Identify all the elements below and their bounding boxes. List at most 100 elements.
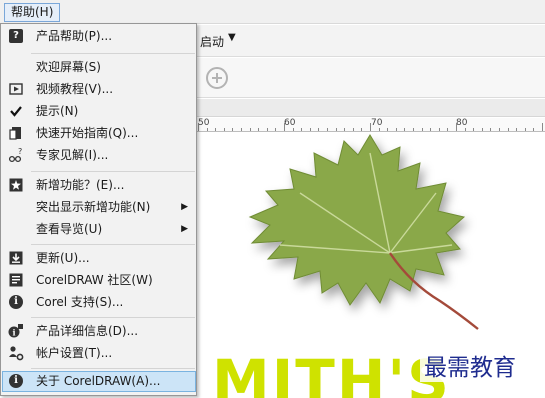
ruler-tick	[481, 128, 483, 131]
ruler-tick	[292, 128, 294, 131]
product-details-icon: i	[8, 323, 24, 339]
submenu-arrow-icon: ▶	[181, 224, 188, 234]
menu-item-label: Corel 支持(S)...	[36, 295, 124, 309]
horizontal-ruler: 50 60 70 80	[196, 118, 545, 132]
menu-item-welcome-screen[interactable]: 欢迎屏幕(S)	[2, 57, 196, 78]
menu-item-account-settings[interactable]: 帐户设置(T)...	[2, 343, 196, 364]
ruler-label: 80	[456, 118, 468, 128]
menu-item-corel-support[interactable]: i Corel 支持(S)...	[2, 292, 196, 313]
ruler-tick	[309, 128, 311, 131]
ruler-tick	[404, 128, 406, 131]
chevron-down-icon[interactable]: ▼	[228, 32, 236, 43]
ruler-tick	[266, 128, 268, 131]
ruler-tick	[352, 128, 354, 131]
ruler-tick	[447, 128, 449, 131]
ruler-label: 70	[371, 118, 383, 128]
add-circle-icon[interactable]	[206, 67, 228, 89]
ruler-tick	[464, 128, 466, 131]
menu-item-video-tutorials[interactable]: 视频教程(V)...	[2, 79, 196, 100]
ruler-tick	[499, 128, 500, 131]
menu-item-highlight-new-features[interactable]: 突出显示新增功能(N) ▶	[2, 197, 196, 218]
menu-separator	[31, 53, 195, 54]
ruler-tick	[370, 123, 371, 131]
menu-item-whats-new[interactable]: 新增功能？(E)...	[2, 175, 196, 196]
ruler-tick	[327, 128, 328, 131]
menu-item-product-details[interactable]: i 产品详细信息(D)...	[2, 321, 196, 342]
submenu-arrow-icon: ▶	[181, 202, 188, 212]
ruler-tick	[533, 128, 535, 131]
ruler-tick	[438, 128, 440, 131]
menu-item-label: 帐户设置(T)...	[36, 346, 113, 360]
ruler-tick	[335, 128, 337, 131]
menu-item-label: 突出显示新增功能(N)	[36, 200, 151, 214]
help-menu: ? 产品帮助(P)... 欢迎屏幕(S) 视频教程(V)... 提示(N) 快速…	[0, 23, 197, 396]
menu-item-coreldraw-community[interactable]: CorelDRAW 社区(W)	[2, 270, 196, 291]
menu-item-expert-insights[interactable]: ? 专家见解(I)...	[2, 145, 196, 166]
ruler-label: 50	[198, 118, 210, 128]
menu-item-view-tour[interactable]: 查看导览(U) ▶	[2, 219, 196, 240]
info-icon: i	[8, 294, 24, 310]
ruler-tick	[232, 128, 234, 131]
menu-separator	[31, 171, 195, 172]
menu-bar: 帮助(H)	[0, 0, 545, 24]
menu-item-label: 产品帮助(P)...	[36, 29, 113, 43]
help-book-icon: ?	[8, 28, 24, 44]
video-icon	[8, 81, 24, 97]
ruler-tick	[275, 128, 277, 131]
ruler-tick	[413, 128, 414, 131]
ruler-tick	[456, 123, 457, 131]
svg-text:?: ?	[18, 147, 22, 156]
ruler-tick	[490, 128, 492, 131]
ruler-tick	[206, 128, 208, 131]
menu-item-updates[interactable]: 更新(U)...	[2, 248, 196, 269]
menu-item-about-coreldraw[interactable]: i 关于 CorelDRAW(A)...	[2, 371, 196, 392]
ruler-tick	[215, 128, 217, 131]
ruler-tick	[387, 128, 389, 131]
ruler-tick	[516, 128, 518, 131]
menu-item-label: 更新(U)...	[36, 251, 90, 265]
ruler-tick	[430, 128, 432, 131]
svg-text:i: i	[13, 328, 16, 338]
ruler-tick	[284, 123, 285, 131]
menu-item-label: 产品详细信息(D)...	[36, 324, 139, 338]
menu-item-quick-start-guide[interactable]: 快速开始指南(Q)...	[2, 123, 196, 144]
menu-item-label: 欢迎屏幕(S)	[36, 60, 101, 74]
ruler-tick	[223, 128, 225, 131]
ruler-tick	[421, 128, 423, 131]
expert-insights-icon: ?	[8, 147, 24, 163]
menu-separator	[31, 244, 195, 245]
menu-item-label: 视频教程(V)...	[36, 82, 114, 96]
ruler-tick	[258, 128, 260, 131]
menu-item-label: 关于 CorelDRAW(A)...	[36, 374, 161, 388]
launch-label[interactable]: 启动	[200, 33, 224, 50]
checkmark-icon	[8, 103, 24, 119]
watermark-logo: 最需教育	[420, 354, 520, 382]
ruler-tick	[241, 128, 242, 131]
ruler-tick	[507, 128, 509, 131]
menu-item-label: 专家见解(I)...	[36, 148, 109, 162]
menu-item-product-help[interactable]: ? 产品帮助(P)...	[2, 26, 196, 47]
ruler-tick	[249, 128, 251, 131]
ruler-label: 60	[284, 118, 296, 128]
menu-help[interactable]: 帮助(H)	[4, 3, 61, 22]
menu-item-label: 提示(N)	[36, 104, 79, 118]
ruler-tick	[473, 128, 475, 131]
ruler-tick	[198, 123, 199, 131]
maple-leaf-image[interactable]	[240, 133, 500, 363]
ruler-tick	[524, 128, 526, 131]
menu-item-label: CorelDRAW 社区(W)	[36, 273, 153, 287]
account-settings-icon	[8, 345, 24, 361]
ruler-tick	[318, 128, 320, 131]
ruler-tick	[395, 128, 397, 131]
ruler-tick	[344, 128, 346, 131]
menu-item-hints[interactable]: 提示(N)	[2, 101, 196, 122]
download-icon	[8, 250, 24, 266]
menu-separator	[31, 317, 195, 318]
info-icon: i	[8, 373, 24, 389]
quickstart-icon	[8, 125, 24, 141]
ruler-tick	[361, 128, 363, 131]
new-features-icon	[8, 177, 24, 193]
menu-item-label: 新增功能？(E)...	[36, 178, 125, 192]
ruler-tick	[542, 123, 543, 131]
menu-item-label: 快速开始指南(Q)...	[36, 126, 139, 140]
